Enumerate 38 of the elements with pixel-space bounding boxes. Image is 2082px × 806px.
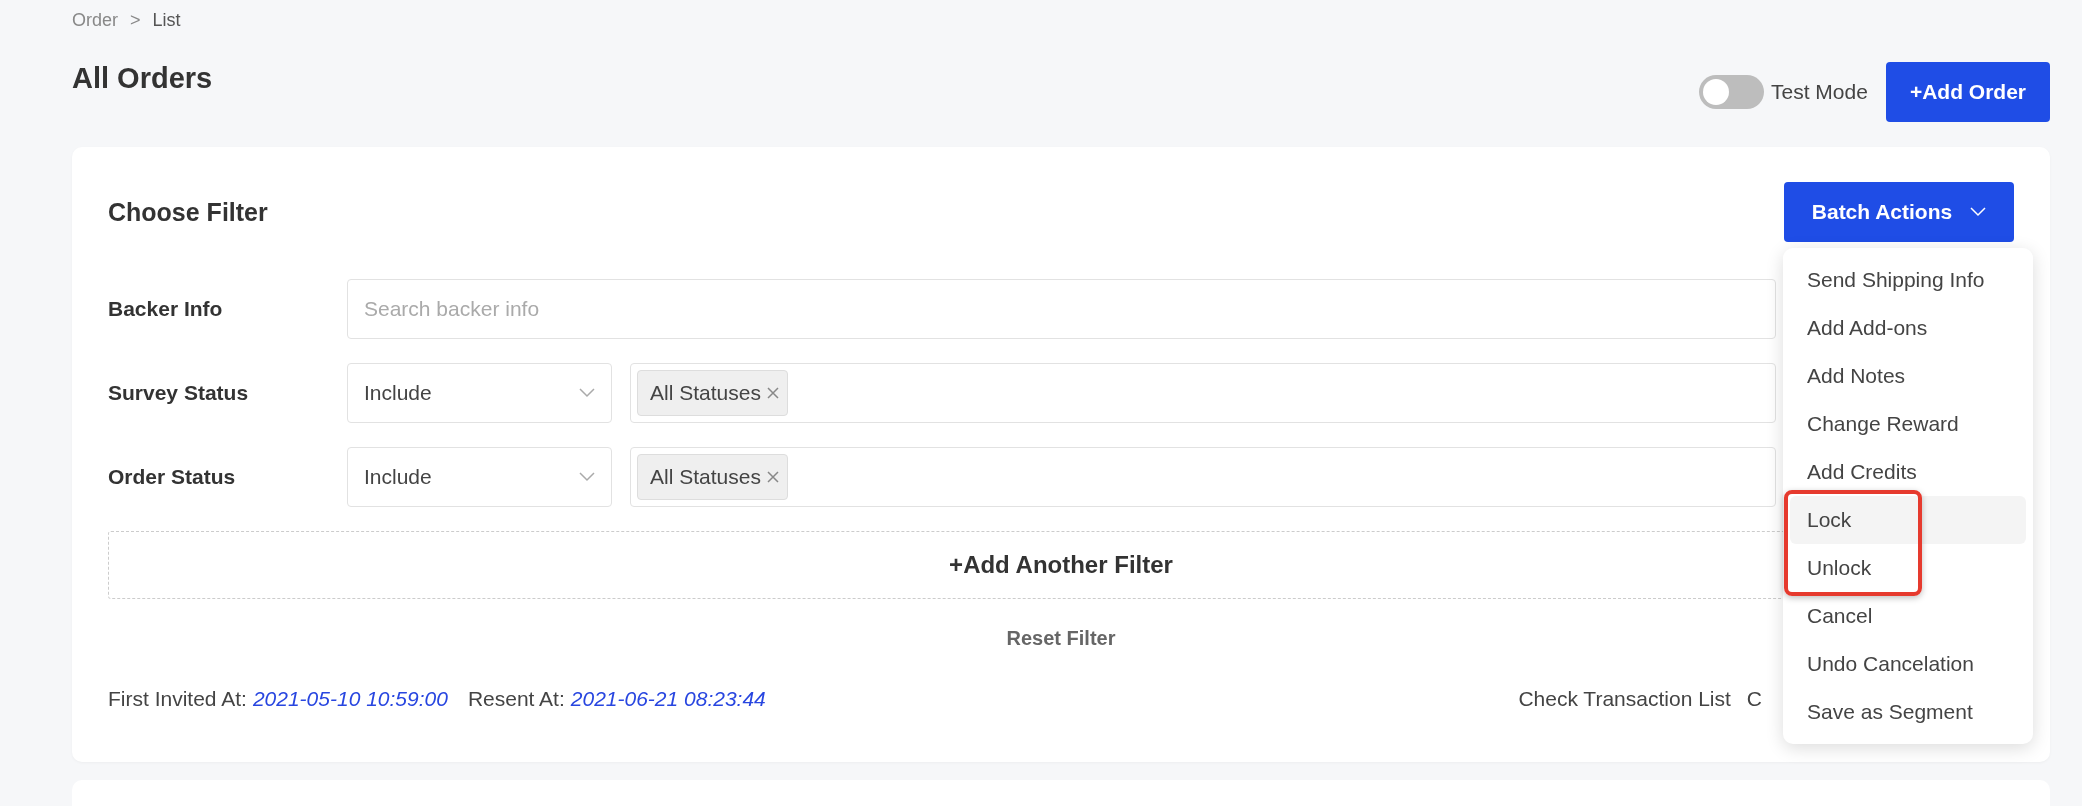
toggle-switch[interactable] [1699,75,1764,109]
close-icon[interactable] [766,387,779,399]
tag-field[interactable]: All Statuses [630,447,1776,507]
menu-item[interactable]: Add Notes [1790,352,2026,400]
breadcrumb-separator: > [130,9,141,31]
chevron-down-icon [579,472,595,482]
toggle-label: Test Mode [1771,80,1868,104]
search-field[interactable]: Search backer info [347,279,1776,339]
page-title: All Orders [72,62,213,95]
menu-item[interactable]: Undo Cancelation [1790,640,2026,688]
filter-label: Survey Status [108,381,250,405]
include-select[interactable]: Include [347,447,612,507]
date-value: 2021-06-21 08:23:44 [570,687,766,711]
menu-item[interactable]: Add Add-ons [1790,304,2026,352]
chevron-down-icon [579,388,595,398]
link[interactable]: Check Transaction List [1518,687,1731,711]
breadcrumb-link[interactable]: List [152,9,181,31]
status-tag: All Statuses [637,370,788,416]
link[interactable]: C [1746,687,1762,711]
close-icon[interactable] [766,471,779,483]
filter-label: Order Status [108,465,237,489]
menu-item[interactable]: Lock [1790,496,2026,544]
tag-field[interactable]: All Statuses [630,363,1776,423]
filter-label: Backer Info [108,297,224,321]
menu-item[interactable]: Send Shipping Info [1790,256,2026,304]
chevron-down-icon [1970,207,1987,217]
menu-item[interactable]: Add Credits [1790,448,2026,496]
status-tag: All Statuses [637,454,788,500]
menu-item[interactable]: Change Reward [1790,400,2026,448]
batch-actions-button[interactable]: Batch Actions [1784,182,2014,242]
date-value: 2021-05-10 10:59:00 [252,687,448,711]
date-label: First Invited At: [108,687,247,711]
include-select[interactable]: Include [347,363,612,423]
reset-filter-button[interactable]: Reset Filter [1006,627,1116,650]
add-order-button[interactable]: +Add Order [1885,62,2050,122]
card-title: Choose Filter [108,197,268,227]
menu-item[interactable]: Save as Segment [1790,688,2026,736]
date-label: Resent At: [467,687,565,711]
